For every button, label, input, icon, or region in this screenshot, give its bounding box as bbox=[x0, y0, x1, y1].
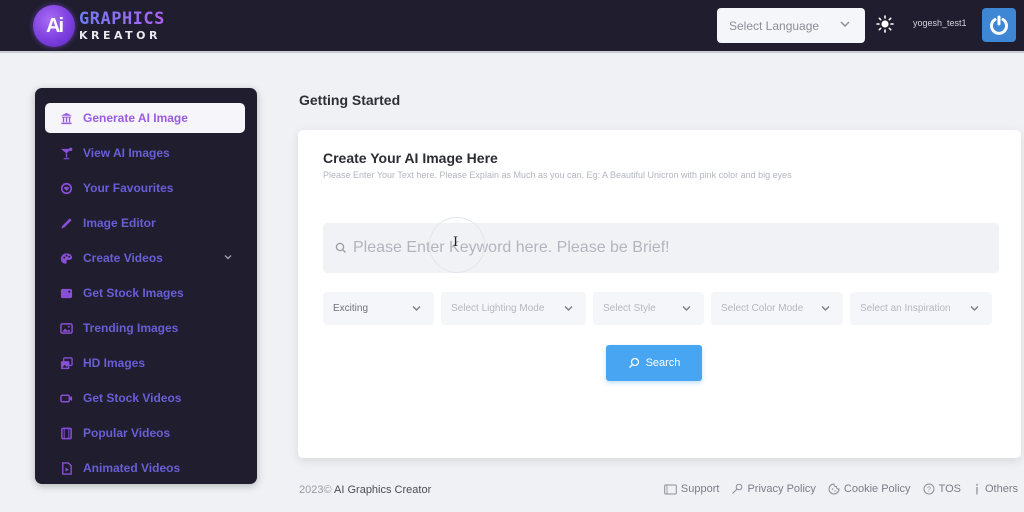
bank-icon bbox=[59, 111, 73, 125]
footer-link-support[interactable]: Support bbox=[664, 483, 720, 495]
chevron-down-icon bbox=[564, 306, 573, 311]
style-select-value: Select Style bbox=[603, 303, 656, 314]
chevron-down-icon bbox=[682, 306, 691, 311]
chevron-down-icon bbox=[412, 306, 421, 311]
search-icon bbox=[628, 357, 639, 368]
logo-line2: KREATOR bbox=[79, 29, 161, 42]
svg-text:?: ? bbox=[927, 487, 931, 494]
chevron-down-icon bbox=[970, 306, 979, 311]
search-icon bbox=[335, 242, 346, 253]
sidebar-item-get-stock-images[interactable]: Get Stock Images bbox=[45, 278, 245, 308]
sun-icon[interactable] bbox=[875, 15, 895, 35]
chevron-down-icon bbox=[821, 306, 830, 311]
sidebar-item-popular-videos[interactable]: Popular Videos bbox=[45, 418, 245, 448]
sidebar-item-trending-images[interactable]: Trending Images bbox=[45, 313, 245, 343]
footer-copyright: 2023© AI Graphics Creator bbox=[299, 484, 431, 496]
footer-link-label: Support bbox=[680, 483, 720, 495]
card-subtitle: Please Enter Your Text here. Please Expl… bbox=[323, 170, 792, 180]
footer-link-label: Privacy Policy bbox=[747, 483, 816, 495]
footer-link-others[interactable]: Others bbox=[973, 483, 1018, 495]
info-icon bbox=[975, 483, 979, 495]
picture-icon bbox=[59, 321, 73, 335]
sidebar-item-label: Get Stock Images bbox=[83, 286, 184, 300]
lighting-mode-select-value: Select Lighting Mode bbox=[451, 303, 545, 314]
keyword-input-wrapper[interactable] bbox=[323, 223, 999, 273]
text-cursor-icon: I bbox=[453, 235, 459, 250]
search-button[interactable]: Search bbox=[606, 345, 702, 381]
language-select[interactable]: Select Language bbox=[717, 8, 865, 43]
page-title: Getting Started bbox=[299, 92, 401, 108]
sidebar-item-label: HD Images bbox=[83, 356, 146, 370]
footer-link-label: Cookie Policy bbox=[843, 483, 911, 495]
sidebar-item-your-favourites[interactable]: Your Favourites bbox=[45, 173, 245, 203]
app-logo[interactable]: Ai GRAPHICS KREATOR bbox=[33, 5, 165, 47]
footer-year: 2023© bbox=[299, 484, 332, 496]
keyword-input[interactable] bbox=[353, 239, 973, 257]
sidebar-item-generate-ai-image[interactable]: Generate AI Image bbox=[45, 103, 245, 133]
question-circle-icon: ? bbox=[923, 483, 935, 495]
sidebar-item-label: Image Editor bbox=[83, 216, 156, 230]
palette-icon bbox=[59, 251, 73, 265]
cookie-icon bbox=[828, 483, 840, 495]
ticket-icon bbox=[664, 484, 677, 494]
sidebar-item-label: Popular Videos bbox=[83, 426, 171, 440]
username-label[interactable]: yogesh_test1 bbox=[913, 18, 967, 28]
logout-button[interactable] bbox=[982, 8, 1016, 42]
chevron-down-icon bbox=[224, 255, 232, 260]
inspiration-select-value: Select an Inspiration bbox=[860, 303, 951, 314]
pen-icon bbox=[59, 216, 73, 230]
key-icon bbox=[732, 483, 743, 494]
sidebar-item-label: Create Videos bbox=[83, 251, 163, 265]
file-play-icon bbox=[59, 461, 73, 475]
chevron-down-icon bbox=[840, 21, 850, 28]
footer-link-label: TOS bbox=[938, 483, 961, 495]
card-title: Create Your AI Image Here bbox=[323, 150, 498, 166]
video-camera-icon bbox=[59, 391, 73, 405]
power-icon bbox=[990, 15, 1008, 35]
logo-wordmark: GRAPHICS KREATOR bbox=[79, 9, 165, 42]
footer-link-cookie-policy[interactable]: Cookie Policy bbox=[828, 483, 911, 495]
cocktail-icon bbox=[59, 146, 73, 160]
footer-links: Support Privacy Policy Cookie Policy ? T… bbox=[652, 483, 1018, 495]
mood-select-value: Exciting bbox=[333, 303, 369, 314]
style-select[interactable]: Select Style bbox=[593, 292, 704, 325]
top-bar: Ai GRAPHICS KREATOR Select Language yoge… bbox=[0, 0, 1024, 53]
sidebar-item-label: Generate AI Image bbox=[83, 111, 188, 125]
sidebar-item-hd-images[interactable]: HD Images bbox=[45, 348, 245, 378]
footer-link-label: Others bbox=[984, 483, 1018, 495]
footer-link-tos[interactable]: ? TOS bbox=[923, 483, 961, 495]
language-select-label: Select Language bbox=[729, 18, 820, 33]
sidebar-item-label: Get Stock Videos bbox=[83, 391, 182, 405]
sidebar: Generate AI Image View AI Images Your Fa… bbox=[35, 88, 257, 484]
create-image-card: Create Your AI Image Here Please Enter Y… bbox=[298, 130, 1021, 458]
images-stack-icon bbox=[59, 356, 73, 370]
lighting-mode-select[interactable]: Select Lighting Mode bbox=[441, 292, 586, 325]
footer-link-privacy-policy[interactable]: Privacy Policy bbox=[731, 483, 816, 495]
color-mode-select-value: Select Color Mode bbox=[721, 303, 804, 314]
sidebar-item-label: Animated Videos bbox=[83, 461, 181, 475]
stock-image-icon bbox=[59, 286, 73, 300]
logo-badge-icon: Ai bbox=[33, 5, 75, 47]
mood-select[interactable]: Exciting bbox=[323, 292, 434, 325]
sidebar-item-get-stock-videos[interactable]: Get Stock Videos bbox=[45, 383, 245, 413]
sidebar-item-label: Trending Images bbox=[83, 321, 179, 335]
search-button-label: Search bbox=[645, 357, 681, 369]
color-mode-select[interactable]: Select Color Mode bbox=[711, 292, 843, 325]
sidebar-item-image-editor[interactable]: Image Editor bbox=[45, 208, 245, 238]
sidebar-item-view-ai-images[interactable]: View AI Images bbox=[45, 138, 245, 168]
inspiration-select[interactable]: Select an Inspiration bbox=[850, 292, 992, 325]
footer-brand: AI Graphics Creator bbox=[334, 484, 432, 496]
sidebar-item-animated-videos[interactable]: Animated Videos bbox=[45, 453, 245, 483]
sidebar-item-label: View AI Images bbox=[83, 146, 170, 160]
logo-line1: GRAPHICS bbox=[79, 9, 165, 29]
sidebar-item-label: Your Favourites bbox=[83, 181, 174, 195]
sidebar-item-create-videos[interactable]: Create Videos bbox=[45, 243, 245, 273]
smile-heart-icon bbox=[59, 181, 73, 195]
film-icon bbox=[59, 426, 73, 440]
